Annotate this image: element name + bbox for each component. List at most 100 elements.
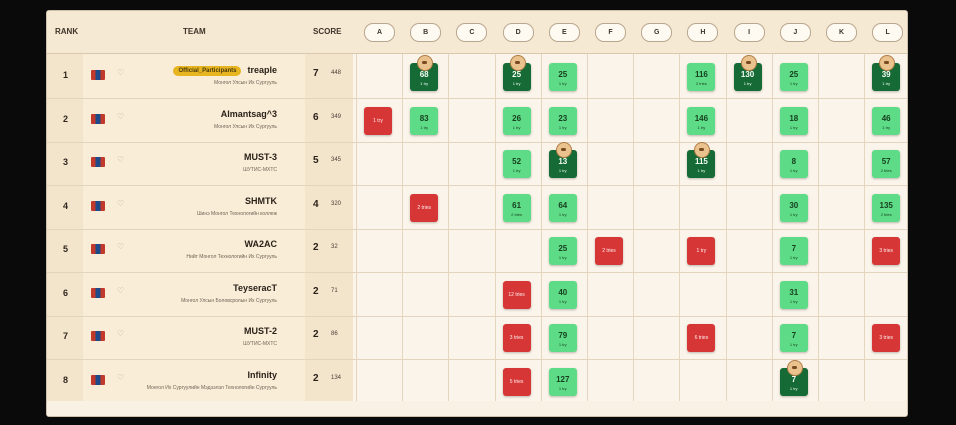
- problem-header-d[interactable]: D: [502, 23, 534, 42]
- problem-header-b[interactable]: B: [410, 23, 442, 42]
- team-name[interactable]: TeyseracT: [233, 283, 277, 293]
- solve-time: 39: [881, 70, 891, 79]
- attempt-count: 1 try: [882, 124, 891, 130]
- attempt-count: 1 try: [789, 81, 798, 86]
- problem-cell-l[interactable]: 135 2 tries: [872, 193, 901, 222]
- problem-cell-b[interactable]: 2 tries: [410, 193, 439, 222]
- problem-header-i[interactable]: I: [733, 23, 765, 42]
- table-row[interactable]: 1 ♡ Official_Participants treaple Монгол Улс…: [47, 55, 907, 99]
- problem-header-f[interactable]: F: [595, 23, 626, 42]
- problem-cell-j[interactable]: 25 1 try: [779, 63, 808, 91]
- attempt-count: 1 try: [420, 124, 429, 130]
- solve-time: 31: [789, 287, 799, 297]
- problem-cell-j[interactable]: 30 1 try: [779, 193, 808, 222]
- solve-time: 30: [789, 200, 799, 210]
- favorite-icon[interactable]: ♡: [117, 112, 124, 121]
- team-name[interactable]: SHMTK: [245, 196, 277, 206]
- problem-cell-b[interactable]: 68 1 try: [410, 55, 439, 91]
- solved-count: 7: [313, 68, 319, 79]
- table-row[interactable]: 4 ♡ SHMTK Шинэ Монгол Технологийн коллеж 4 32…: [47, 186, 907, 230]
- favorite-icon[interactable]: ♡: [117, 68, 124, 77]
- favorite-icon[interactable]: ♡: [117, 286, 124, 295]
- team-name[interactable]: Almantsag^3: [221, 109, 277, 119]
- solved-count: 2: [313, 285, 319, 297]
- favorite-icon[interactable]: ♡: [117, 155, 124, 164]
- problem-cell-e[interactable]: 40 1 try: [548, 280, 577, 309]
- solve-time: 135: [879, 200, 893, 210]
- rank-number: 5: [63, 244, 69, 254]
- team-name[interactable]: MUST-2: [244, 326, 277, 336]
- table-row[interactable]: 2 ♡ Almantsag^3 Монгол Улсын Их Сургууль 6 34…: [47, 99, 907, 143]
- favorite-icon[interactable]: ♡: [117, 199, 124, 208]
- problem-cell-l[interactable]: 46 1 try: [872, 106, 901, 135]
- team-name[interactable]: Infinity: [248, 370, 278, 380]
- problem-cell-j[interactable]: 31 1 try: [779, 280, 808, 309]
- problem-cell-i[interactable]: 130 1 try: [733, 55, 762, 91]
- problem-cell-d[interactable]: 26 1 try: [502, 106, 531, 135]
- problem-cell-l[interactable]: 3 tries: [872, 237, 901, 265]
- flag-icon: [91, 70, 105, 80]
- team-name[interactable]: MUST-3: [244, 152, 277, 162]
- problem-header-e[interactable]: E: [548, 23, 580, 42]
- problem-cell-h[interactable]: 115 1 try: [687, 142, 716, 178]
- problem-cell-e[interactable]: 23 1 try: [548, 106, 577, 135]
- attempt-count: 1 try: [558, 255, 567, 260]
- attempt-count: 1 try: [789, 211, 798, 217]
- team-name[interactable]: WA2AC: [244, 239, 277, 249]
- problem-cell-e[interactable]: 13 1 try: [548, 142, 577, 178]
- problem-cell-j[interactable]: 8 1 try: [779, 150, 808, 178]
- table-row[interactable]: 8 ♡ Infinity Монгол Их Сургуулийн Мэдээлэл …: [47, 359, 907, 404]
- problem-cell-h[interactable]: 116 2 tries: [687, 63, 716, 91]
- team-affiliation: Шинэ Монгол Технологийн коллеж: [196, 210, 277, 217]
- attempt-count: 2 tries: [511, 211, 523, 217]
- favorite-icon[interactable]: ♡: [117, 373, 124, 382]
- problem-cell-e[interactable]: 64 1 try: [548, 193, 577, 222]
- problem-header-h[interactable]: H: [687, 23, 719, 42]
- problem-cell-h[interactable]: 1 try: [687, 237, 716, 265]
- attempt-count: 1 try: [696, 248, 707, 254]
- problem-cell-f[interactable]: 2 tries: [595, 237, 623, 265]
- problem-cell-h[interactable]: 146 1 try: [687, 106, 716, 135]
- problem-header-l[interactable]: L: [872, 23, 904, 42]
- problem-cell-b[interactable]: 83 1 try: [410, 106, 439, 135]
- problem-cell-e[interactable]: 25 1 try: [548, 63, 577, 91]
- team-name[interactable]: Official_Participants treaple: [173, 65, 277, 76]
- problem-cell-j[interactable]: 18 1 try: [779, 106, 808, 135]
- attempt-count: 1 try: [512, 168, 521, 173]
- problem-cell-d[interactable]: 52 1 try: [502, 150, 531, 178]
- attempt-count: 1 try: [558, 124, 567, 130]
- favorite-icon[interactable]: ♡: [117, 329, 124, 338]
- problem-header-c[interactable]: C: [456, 23, 488, 42]
- favorite-icon[interactable]: ♡: [117, 242, 124, 251]
- attempt-count: 1 try: [512, 81, 521, 86]
- problem-cell-d[interactable]: 12 tries: [502, 280, 531, 309]
- problem-cell-d[interactable]: 25 1 try: [502, 55, 531, 91]
- table-row[interactable]: 5 ♡ WA2AC Нийт Монгол Технологийн Их Сургуу…: [47, 229, 907, 273]
- attempt-count: 1 try: [373, 117, 383, 124]
- problem-cell-j[interactable]: 71 try: [779, 324, 808, 352]
- problem-header-j[interactable]: J: [779, 23, 811, 42]
- problem-header-k[interactable]: K: [826, 23, 857, 42]
- problem-cell-e[interactable]: 127 1 try: [548, 367, 577, 396]
- problem-cell-h[interactable]: 6 tries: [687, 324, 716, 352]
- table-row[interactable]: 3 ♡ MUST-3 ШУТИС-МХТС 5 345 52 1 try 13 1 try 115 1…: [47, 142, 907, 186]
- rank-number: 8: [63, 374, 69, 385]
- solve-time: 23: [558, 113, 568, 123]
- problem-cell-e[interactable]: 25 1 try: [548, 237, 577, 265]
- problem-cell-j[interactable]: 71 try: [779, 237, 808, 265]
- table-row[interactable]: 6 ♡ TeyseracT Монгол Улсын Боловсролын Их С…: [47, 273, 907, 317]
- problem-cell-a[interactable]: 1 try: [364, 106, 392, 135]
- problem-cell-l[interactable]: 3 tries: [872, 324, 901, 352]
- problem-cell-d[interactable]: 5 tries: [502, 367, 531, 396]
- problem-cell-l[interactable]: 39 1 try: [872, 55, 901, 91]
- problem-cell-j[interactable]: 71 try: [779, 359, 808, 396]
- problem-cell-l[interactable]: 57 2 tries: [872, 150, 901, 178]
- problem-cell-e[interactable]: 79 1 try: [548, 324, 577, 352]
- attempt-count: 1 try: [558, 298, 567, 304]
- table-row[interactable]: 7 ♡ MUST-2 ШУТИС-МХТС 2 86 3 tries 79 1 try 6 tri…: [47, 316, 907, 360]
- problem-header-g[interactable]: G: [641, 23, 673, 42]
- problem-cell-d[interactable]: 3 tries: [502, 324, 531, 352]
- problem-header-a[interactable]: A: [364, 23, 395, 42]
- team-name-text: SHMTK: [245, 195, 277, 206]
- problem-cell-d[interactable]: 61 2 tries: [502, 193, 531, 222]
